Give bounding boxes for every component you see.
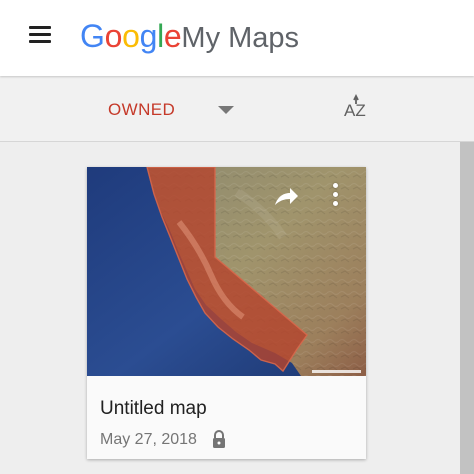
share-icon — [275, 188, 298, 205]
hamburger-menu-icon-line — [29, 32, 51, 36]
lock-icon — [213, 430, 225, 448]
menu-button[interactable] — [18, 18, 62, 50]
more-options-button[interactable] — [322, 179, 348, 209]
google-logo-letter: o — [104, 18, 123, 54]
map-card[interactable]: Untitled map May 27, 2018 — [87, 167, 366, 459]
sort-label: AZ — [344, 101, 366, 120]
map-date: May 27, 2018 — [100, 431, 197, 448]
dropdown-arrow-icon — [218, 106, 234, 114]
more-vert-icon-dot — [332, 200, 338, 206]
map-thumbnail[interactable] — [87, 167, 366, 376]
google-logo: Google — [80, 16, 182, 56]
app-brand: Google My Maps — [80, 16, 299, 56]
scrollbar[interactable] — [460, 142, 474, 474]
sort-alpha-icon: AZ — [344, 93, 366, 120]
google-logo-letter: l — [157, 18, 164, 54]
ownership-filter-dropdown[interactable]: OWNED — [96, 90, 248, 130]
toolbar: OWNED AZ — [0, 76, 474, 142]
map-title: Untitled map — [100, 398, 207, 419]
hamburger-menu-icon-line — [29, 39, 51, 43]
google-logo-letter: g — [139, 18, 158, 54]
app-title: My Maps — [181, 22, 300, 54]
share-button[interactable] — [271, 183, 301, 211]
scrollbar-thumb[interactable] — [460, 142, 474, 474]
app-bar: Google My Maps — [0, 0, 474, 76]
hamburger-menu-icon — [29, 25, 51, 29]
google-logo-letter: o — [122, 18, 140, 54]
filter-label: OWNED — [108, 100, 176, 119]
sort-button[interactable]: AZ — [334, 90, 378, 130]
more-vert-icon — [332, 182, 338, 188]
google-logo-letter: G — [80, 18, 105, 54]
more-vert-icon-dot — [332, 191, 338, 197]
map-card-details: Untitled map May 27, 2018 — [87, 376, 366, 459]
google-logo-letter: e — [163, 18, 182, 54]
